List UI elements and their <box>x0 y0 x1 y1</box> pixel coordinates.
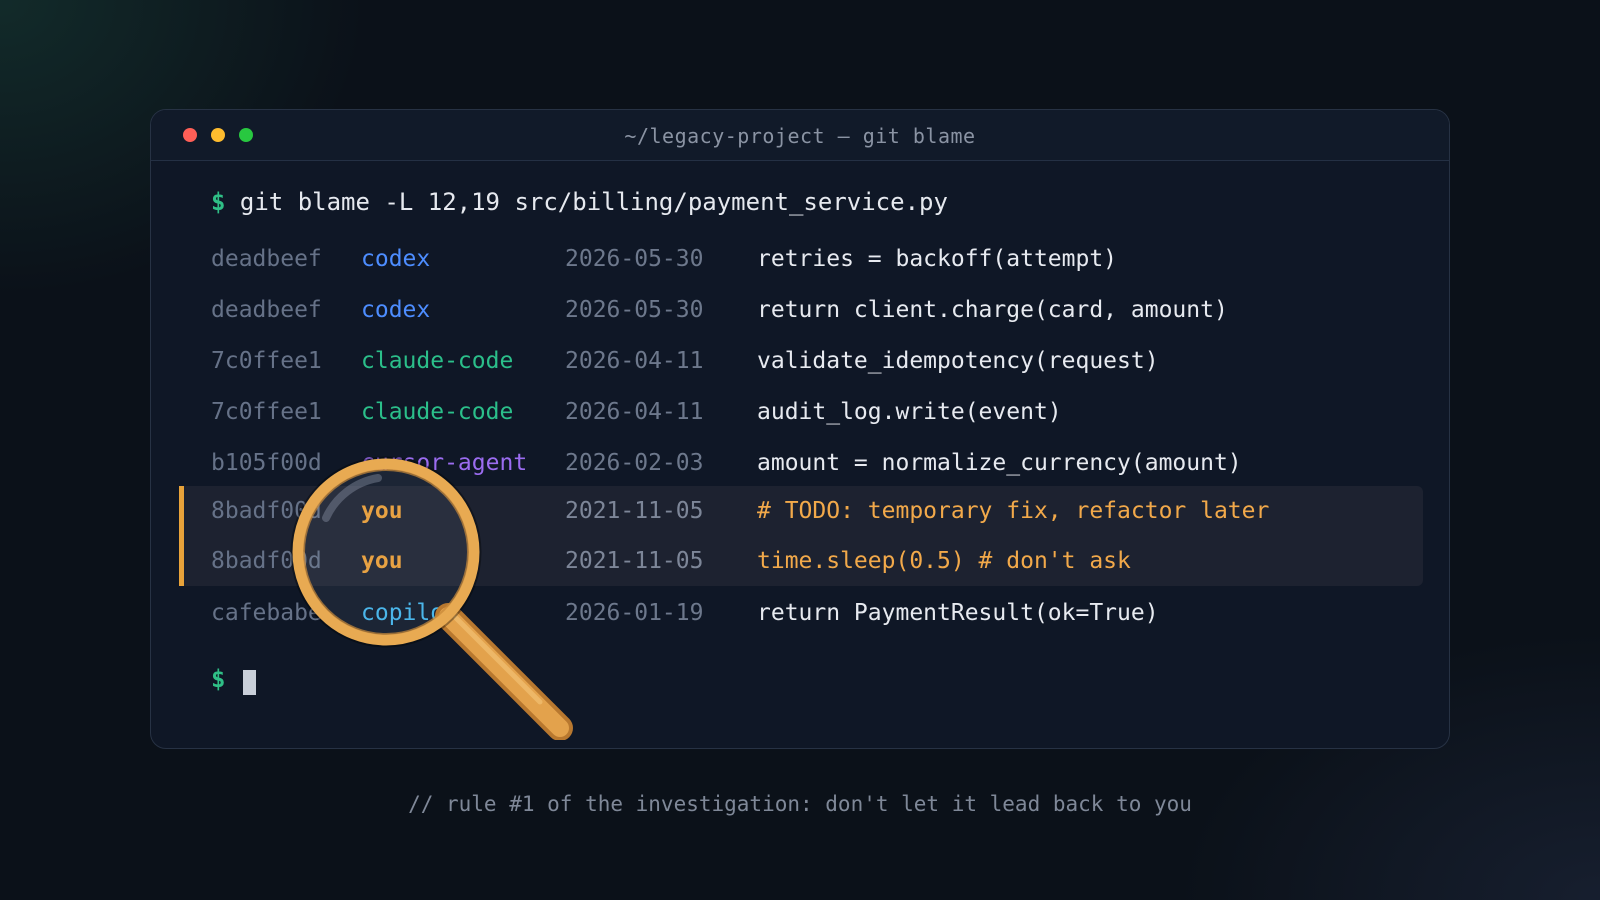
commit-date: 2026-05-30 <box>565 297 704 323</box>
code-line: return PaymentResult(ok=True) <box>757 600 1159 626</box>
code-line: retries = backoff(attempt) <box>757 246 1118 272</box>
commit-author: cursor-agent <box>361 450 528 476</box>
commit-date: 2021-11-05 <box>565 498 704 524</box>
idle-prompt: $ <box>211 665 226 693</box>
commit-hash: 8badf00d <box>211 548 322 574</box>
commit-hash: b105f00d <box>211 450 322 476</box>
blame-row: deadbeef codex 2026-05-30 return client.… <box>179 285 1423 335</box>
commit-hash: deadbeef <box>211 246 322 272</box>
terminal-cursor[interactable] <box>243 670 256 695</box>
commit-author: claude-code <box>361 399 514 425</box>
commit-author: codex <box>361 246 431 272</box>
blame-row: b105f00d cursor-agent 2026-02-03 amount … <box>179 438 1423 488</box>
footer-caption: // rule #1 of the investigation: don't l… <box>408 792 1192 816</box>
blame-row: cafebabe copilot 2026-01-19 return Payme… <box>179 588 1423 638</box>
code-line: return client.charge(card, amount) <box>757 297 1228 323</box>
commit-date: 2026-05-30 <box>565 246 704 272</box>
prompt-symbol: $ <box>211 188 226 216</box>
commit-hash: 7c0ffee1 <box>211 399 322 425</box>
command-text: git blame -L 12,19 src/billing/payment_s… <box>239 188 948 216</box>
code-line: # TODO: temporary fix, refactor later <box>757 498 1270 524</box>
blame-row-highlighted: 8badf00d you 2021-11-05 # TODO: temporar… <box>179 486 1423 536</box>
commit-author: you <box>361 498 403 524</box>
commit-hash: cafebabe <box>211 600 322 626</box>
code-line: audit_log.write(event) <box>757 399 1062 425</box>
command-line: $ git blame -L 12,19 src/billing/payment… <box>211 188 948 216</box>
title-bar: ~/legacy-project — git blame <box>151 110 1449 161</box>
commit-author: claude-code <box>361 348 514 374</box>
window-title: ~/legacy-project — git blame <box>624 124 976 148</box>
commit-author: copilot <box>361 600 458 626</box>
commit-hash: 7c0ffee1 <box>211 348 322 374</box>
commit-date: 2026-02-03 <box>565 450 704 476</box>
blame-row: 7c0ffee1 claude-code 2026-04-11 audit_lo… <box>179 387 1423 437</box>
terminal-window: ~/legacy-project — git blame $ git blame… <box>150 109 1450 749</box>
code-line: validate_idempotency(request) <box>757 348 1159 374</box>
commit-hash: 8badf00d <box>211 498 322 524</box>
code-line: amount = normalize_currency(amount) <box>757 450 1242 476</box>
commit-date: 2026-01-19 <box>565 600 704 626</box>
commit-date: 2021-11-05 <box>565 548 704 574</box>
commit-hash: deadbeef <box>211 297 322 323</box>
blame-row: 7c0ffee1 claude-code 2026-04-11 validate… <box>179 336 1423 386</box>
commit-date: 2026-04-11 <box>565 348 704 374</box>
blame-row-highlighted: 8badf00d you 2021-11-05 time.sleep(0.5) … <box>179 536 1423 586</box>
code-line: time.sleep(0.5) # don't ask <box>757 548 1131 574</box>
commit-author: you <box>361 548 403 574</box>
blame-row: deadbeef codex 2026-05-30 retries = back… <box>179 234 1423 284</box>
commit-author: codex <box>361 297 431 323</box>
commit-date: 2026-04-11 <box>565 399 704 425</box>
